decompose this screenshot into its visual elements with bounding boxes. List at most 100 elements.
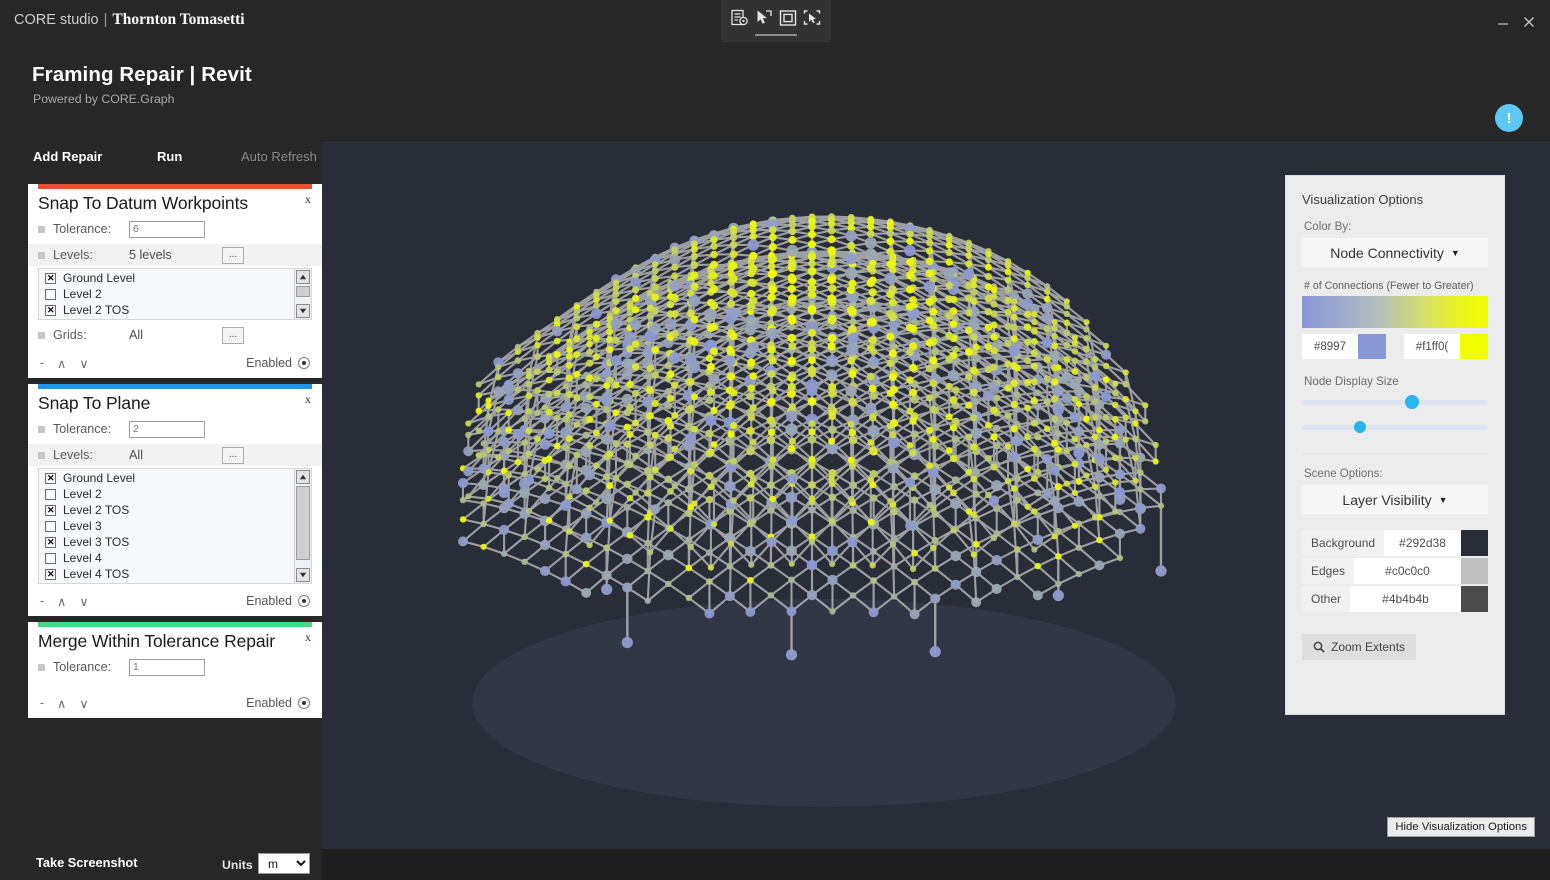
levels-browse-button[interactable]: ... <box>222 246 244 264</box>
select-settings-icon[interactable] <box>729 7 751 29</box>
scroll-down-arrow-icon[interactable] <box>296 304 310 318</box>
list-item[interactable]: Level 4 <box>41 550 311 566</box>
units-select[interactable]: m <box>258 853 310 874</box>
alert-badge[interactable]: ! <box>1495 104 1523 132</box>
checkbox-icon[interactable] <box>45 488 56 500</box>
select-box-icon[interactable] <box>777 7 799 29</box>
tolerance-input[interactable]: 1 <box>129 658 205 676</box>
grids-value: All <box>129 328 143 342</box>
grids-label: Grids: <box>53 328 87 342</box>
brand-core-studio: CORE studio <box>14 12 99 28</box>
list-item[interactable]: Ground Level <box>41 470 311 486</box>
swatch-color-chip[interactable] <box>1461 558 1488 584</box>
card-close-button[interactable]: x <box>305 192 311 207</box>
node-size-slider-secondary[interactable] <box>1302 419 1488 437</box>
list-item[interactable]: Level 4 TOS <box>41 566 311 582</box>
swatch-hex-input[interactable]: #292d38 <box>1384 530 1461 556</box>
move-up-button[interactable]: ∧ <box>57 696 66 711</box>
scrollbar-thumb[interactable] <box>296 486 310 560</box>
tolerance-label: Tolerance: <box>53 660 112 674</box>
list-item[interactable]: Level 2 TOS <box>41 302 311 318</box>
color-by-value: Node Connectivity <box>1330 244 1444 261</box>
listbox-scrollbar[interactable] <box>294 269 311 319</box>
tolerance-input[interactable]: 2 <box>129 420 205 438</box>
remove-card-button[interactable]: - <box>40 356 44 370</box>
screenshot-row: Take Screenshot Units m <box>0 853 322 880</box>
checkbox-icon[interactable] <box>45 568 56 580</box>
checkbox-icon[interactable] <box>45 288 56 300</box>
levels-row: Levels: All ... <box>28 444 322 466</box>
list-item[interactable]: Level 2 <box>41 286 311 302</box>
list-item[interactable]: Level 2 TOS <box>41 502 311 518</box>
list-item[interactable]: Ground Level <box>41 270 311 286</box>
checkbox-icon[interactable] <box>45 304 56 316</box>
card-footer: - ∧ ∨ Enabled <box>28 352 322 374</box>
checkbox-icon[interactable] <box>45 552 56 564</box>
window-close-button[interactable] <box>1520 13 1538 31</box>
enabled-label: Enabled <box>246 594 292 608</box>
checkbox-icon[interactable] <box>45 536 56 548</box>
gradient-end-swatch[interactable] <box>1460 334 1488 359</box>
search-icon <box>1313 641 1325 653</box>
gradient-end-input[interactable]: #f1ff0( <box>1404 334 1460 359</box>
checkbox-icon[interactable] <box>45 504 56 516</box>
list-item[interactable]: Level 3 <box>41 318 311 319</box>
list-item[interactable]: Level 2 <box>41 486 311 502</box>
tab-add-repair[interactable]: Add Repair <box>33 149 102 164</box>
tolerance-input[interactable]: 6 <box>129 220 205 238</box>
move-down-button[interactable]: ∨ <box>79 594 88 609</box>
levels-listbox[interactable]: Ground Level Level 2 Level 2 TOS Level 3… <box>38 468 312 584</box>
checkbox-icon[interactable] <box>45 520 56 532</box>
list-item-label: Level 2 TOS <box>63 303 130 317</box>
card-close-button[interactable]: x <box>305 392 311 407</box>
list-item-label: Level 3 TOS <box>63 535 130 549</box>
slider-handle[interactable] <box>1354 421 1367 433</box>
take-screenshot-button[interactable]: Take Screenshot <box>36 855 137 870</box>
enabled-toggle[interactable] <box>298 357 310 369</box>
select-region-icon[interactable] <box>801 7 823 29</box>
list-item[interactable]: Level 3 <box>41 518 311 534</box>
swatch-color-chip[interactable] <box>1461 530 1488 556</box>
swatch-hex-input[interactable]: #4b4b4b <box>1350 586 1461 612</box>
page-title: Framing Repair | Revit <box>32 63 252 86</box>
levels-listbox[interactable]: Ground Level Level 2 Level 2 TOS Level 3 <box>38 268 312 320</box>
window-minimize-button[interactable] <box>1494 13 1512 31</box>
remove-card-button[interactable]: - <box>40 594 44 608</box>
levels-label: Levels: <box>53 448 93 462</box>
move-up-button[interactable]: ∧ <box>57 594 66 609</box>
enabled-toggle[interactable] <box>298 697 310 709</box>
node-size-slider-primary[interactable] <box>1302 394 1488 412</box>
enabled-toggle[interactable] <box>298 595 310 607</box>
checkbox-icon[interactable] <box>45 272 56 284</box>
app-header: Framing Repair | Revit Powered by CORE.G… <box>0 42 1550 140</box>
levels-browse-button[interactable]: ... <box>222 446 244 464</box>
scroll-up-arrow-icon[interactable] <box>296 270 310 284</box>
hide-visualization-options-button[interactable]: Hide Visualization Options <box>1387 817 1535 837</box>
gradient-start-swatch[interactable] <box>1358 334 1386 359</box>
move-down-button[interactable]: ∨ <box>79 356 88 371</box>
swatch-hex-input[interactable]: #c0c0c0 <box>1354 558 1461 584</box>
tolerance-row: Tolerance: 1 <box>28 656 322 678</box>
gradient-start-input[interactable]: #8997 <box>1302 334 1358 359</box>
pick-object-icon[interactable] <box>753 7 775 29</box>
swatch-color-chip[interactable] <box>1461 586 1488 612</box>
color-by-dropdown[interactable]: Node Connectivity ▼ <box>1302 238 1488 267</box>
zoom-extents-button[interactable]: Zoom Extents <box>1302 634 1417 660</box>
listbox-scrollbar[interactable] <box>294 469 311 583</box>
tab-run[interactable]: Run <box>157 149 182 164</box>
levels-value: 5 levels <box>129 248 172 262</box>
list-item[interactable]: Level 5 <box>41 582 311 583</box>
scroll-down-arrow-icon[interactable] <box>296 568 310 582</box>
grids-browse-button[interactable]: ... <box>222 326 244 344</box>
list-item[interactable]: Level 3 TOS <box>41 534 311 550</box>
slider-handle[interactable] <box>1405 395 1420 409</box>
move-up-button[interactable]: ∧ <box>57 356 66 371</box>
tab-auto-refresh[interactable]: Auto Refresh <box>241 149 317 164</box>
move-down-button[interactable]: ∨ <box>79 696 88 711</box>
card-close-button[interactable]: x <box>305 630 311 645</box>
checkbox-icon[interactable] <box>45 472 56 484</box>
remove-card-button[interactable]: - <box>40 696 44 710</box>
layer-visibility-dropdown[interactable]: Layer Visibility ▼ <box>1302 485 1488 514</box>
scrollbar-thumb[interactable] <box>296 286 310 297</box>
scroll-up-arrow-icon[interactable] <box>296 470 310 484</box>
